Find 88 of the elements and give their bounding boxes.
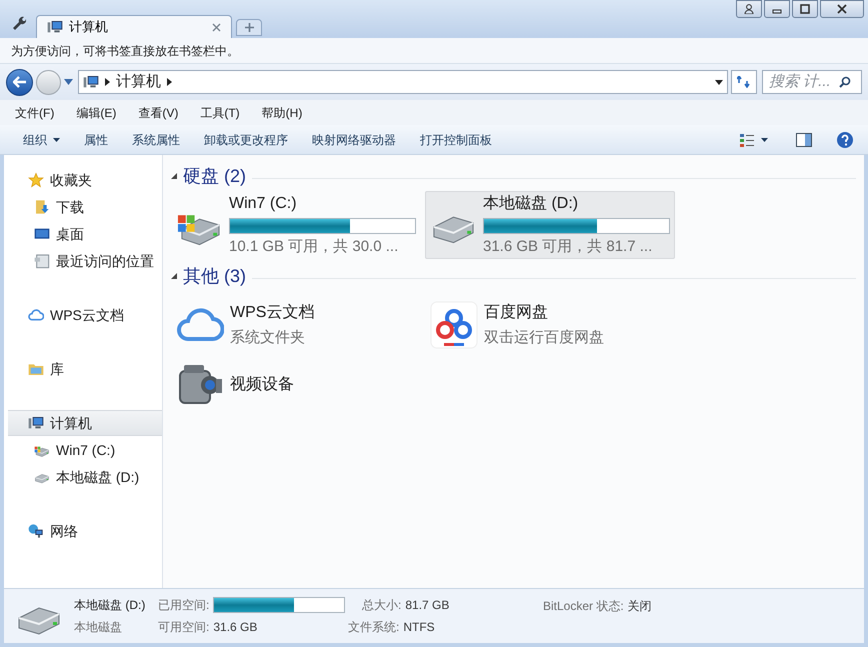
status-drive-name: 本地磁盘 (D:) <box>74 597 146 614</box>
computer-icon <box>83 74 99 90</box>
refresh-button[interactable] <box>731 70 757 94</box>
item-name: Win7 (C:) <box>229 194 298 214</box>
file-system-value: NTFS <box>403 619 435 636</box>
history-caret-icon[interactable] <box>64 79 73 85</box>
menu-item[interactable]: 编辑(E) <box>68 104 124 122</box>
item-detail: 10.1 GB 可用，共 30.0 ... <box>229 236 400 257</box>
close-button[interactable] <box>820 0 864 18</box>
sidebar-item[interactable]: 最近访问的位置 <box>4 248 162 274</box>
dropdown-caret-icon[interactable] <box>715 80 723 84</box>
back-arrow-icon <box>12 76 26 88</box>
new-tab-button[interactable] <box>236 19 262 36</box>
view-options-icon[interactable] <box>740 132 768 146</box>
free-space-value: 31.6 GB <box>213 619 258 636</box>
toolbar-button[interactable]: 映射网络驱动器 <box>303 130 405 148</box>
bookmark-bar-hint: 为方便访问，可将书签直接放在书签栏中。 <box>11 42 239 60</box>
item-name: 视频设备 <box>230 374 294 395</box>
network-icon <box>28 523 44 539</box>
folder-arrow-icon <box>34 199 50 215</box>
item-detail: 系统文件夹 <box>230 328 306 348</box>
breadcrumb-item[interactable]: 计算机 <box>116 70 161 94</box>
computer-icon <box>28 415 44 431</box>
sidebar-item[interactable]: WPS云文档 <box>8 302 162 328</box>
sidebar-item[interactable]: 下载 <box>4 194 162 220</box>
search-icon[interactable] <box>839 76 851 88</box>
tab-title: 计算机 <box>69 18 108 36</box>
menu-item[interactable]: 工具(T) <box>192 104 248 122</box>
cloud-icon <box>28 307 44 323</box>
bitlocker-label: BitLocker 状态: <box>543 598 624 615</box>
group-heading[interactable]: 硬盘 (2) <box>183 162 246 190</box>
sidebar-item[interactable]: 计算机 <box>8 410 162 436</box>
close-icon[interactable] <box>212 22 221 32</box>
back-button[interactable] <box>6 68 33 96</box>
toolbar-button[interactable]: 系统属性 <box>123 130 189 148</box>
item-name: 百度网盘 <box>484 302 549 323</box>
collapse-triangle-icon[interactable] <box>171 273 177 279</box>
user-icon <box>744 4 754 14</box>
status-drive-type: 本地磁盘 <box>74 619 123 636</box>
recent-places-icon <box>34 253 50 269</box>
sidebar-item[interactable]: 桌面 <box>4 221 162 247</box>
group-heading[interactable]: 其他 (3) <box>183 262 246 290</box>
item-detail: 31.6 GB 可用，共 81.7 ... <box>483 236 654 257</box>
menu-item[interactable]: 文件(F) <box>7 104 62 122</box>
free-space-label: 可用空间: <box>158 619 210 636</box>
used-space-label: 已用空间: <box>158 597 210 614</box>
item-detail: 双击运行百度网盘 <box>484 328 604 348</box>
browser-tab[interactable]: 计算机 <box>36 15 232 38</box>
total-size-label: 总大小: <box>362 597 402 614</box>
file-system-label: 文件系统: <box>348 619 400 636</box>
item-tile[interactable]: 视频设备 <box>171 361 421 409</box>
toolbar-button[interactable]: 打开控制面板 <box>411 130 501 148</box>
drive-tile[interactable]: Win7 (C:) 10.1 GB 可用，共 30.0 ... <box>171 191 421 259</box>
maximize-button[interactable] <box>792 0 818 18</box>
menu-item[interactable]: 查看(V) <box>130 104 186 122</box>
total-size-value: 81.7 GB <box>405 597 450 614</box>
sidebar-item[interactable]: 网络 <box>8 518 162 544</box>
item-tile[interactable]: 百度网盘 双击运行百度网盘 <box>425 291 675 359</box>
collapse-triangle-icon[interactable] <box>171 173 177 179</box>
sidebar-item[interactable]: 库 <box>8 356 162 382</box>
chevron-icon[interactable] <box>167 78 172 86</box>
caret-icon <box>53 138 60 142</box>
item-name: WPS云文档 <box>230 302 314 323</box>
refresh-icon <box>737 76 751 88</box>
user-button[interactable] <box>736 0 762 18</box>
maximize-icon <box>800 4 810 14</box>
sidebar-item[interactable]: 本地磁盘 (D:) <box>4 464 162 490</box>
item-tile[interactable]: WPS云文档 系统文件夹 <box>171 291 421 359</box>
address-field[interactable]: 计算机 <box>78 70 728 94</box>
minimize-button[interactable] <box>764 0 790 18</box>
plus-icon <box>244 23 254 32</box>
preview-pane-icon[interactable] <box>796 132 812 146</box>
computer-icon <box>47 19 63 35</box>
search-field[interactable]: 搜索 计... <box>762 70 862 94</box>
star-icon <box>28 172 44 188</box>
toolbar-button[interactable]: 属性 <box>75 130 117 148</box>
help-icon[interactable] <box>836 130 854 148</box>
toolbar-button[interactable]: 组织 <box>14 130 69 148</box>
close-icon <box>837 4 847 14</box>
bitlocker-value: 关闭 <box>628 598 652 615</box>
sidebar-item[interactable]: 收藏夹 <box>8 167 162 193</box>
toolbar-button[interactable]: 卸载或更改程序 <box>195 130 297 148</box>
drive-tile[interactable]: 本地磁盘 (D:) 31.6 GB 可用，共 81.7 ... <box>425 191 675 259</box>
chevron-icon[interactable] <box>105 78 110 86</box>
menu-item[interactable]: 帮助(H) <box>254 104 310 122</box>
sidebar-item[interactable]: Win7 (C:) <box>4 437 162 463</box>
baidu-cloud-icon <box>430 301 478 349</box>
item-name: 本地磁盘 (D:) <box>483 194 580 214</box>
